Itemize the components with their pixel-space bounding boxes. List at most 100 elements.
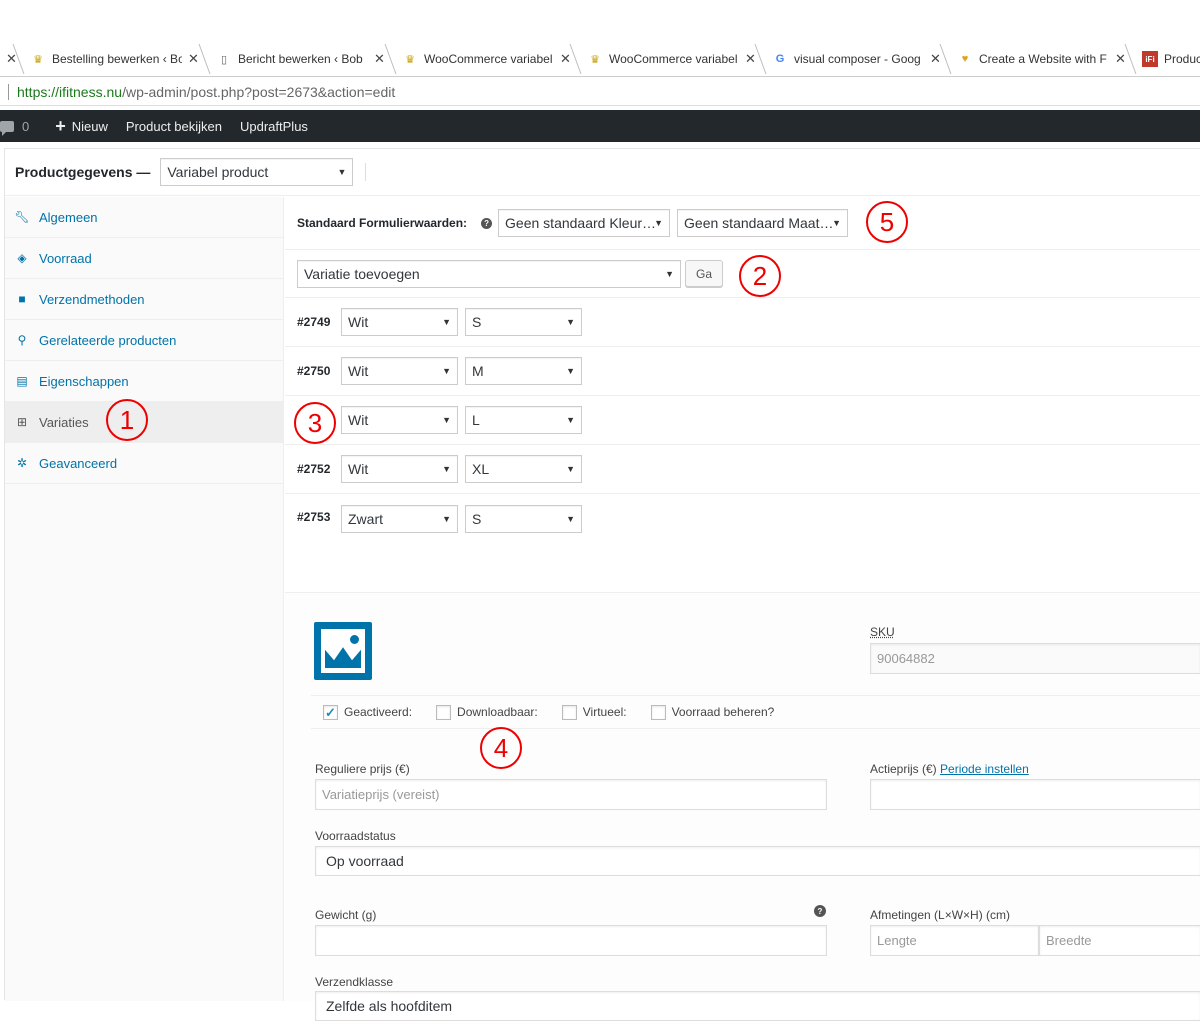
chevron-down-icon: ▼ <box>442 317 451 327</box>
close-icon[interactable]: ✕ <box>560 51 571 67</box>
tab-attributes[interactable]: ▤ Eigenschappen <box>5 361 283 402</box>
width-input[interactable]: Breedte <box>1039 925 1200 956</box>
view-product-link[interactable]: Product bekijken <box>126 119 222 134</box>
variation-id: #2752 <box>297 462 331 476</box>
product-data-tabs: 🔧︎ Algemeen ◈ Voorraad ■ Verzendmethoden… <box>5 197 284 1001</box>
variation-row[interactable]: Wit ▼ L ▼ <box>285 396 1200 445</box>
wp-user-icon: ♛ <box>405 53 415 66</box>
new-content-link[interactable]: + Nieuw <box>55 117 108 135</box>
default-color-value: Geen standaard Kleur… <box>505 215 657 231</box>
length-placeholder: Lengte <box>877 933 917 948</box>
weight-input[interactable] <box>315 925 827 956</box>
sku-input[interactable]: 90064882 <box>870 643 1200 674</box>
variation-color-select[interactable]: Zwart ▼ <box>341 505 458 533</box>
sale-price-label: Actieprijs (€) <box>870 762 937 776</box>
sale-price-input[interactable] <box>870 779 1200 810</box>
close-icon[interactable]: ✕ <box>374 51 385 67</box>
tab-partial[interactable]: ✕ <box>0 42 17 76</box>
regular-price-input[interactable]: Variatieprijs (vereist) <box>315 779 827 810</box>
variation-row[interactable]: #2752 Wit ▼ XL ▼ <box>285 445 1200 494</box>
checkbox[interactable]: ✓ <box>323 704 338 720</box>
variation-size-select[interactable]: S ▼ <box>465 308 582 336</box>
truck-icon: ■ <box>18 292 26 306</box>
variation-id: #2753 <box>297 510 331 524</box>
help-icon[interactable]: ? <box>814 905 826 917</box>
variation-id: #2750 <box>297 364 331 378</box>
stock-status-value: Op voorraad <box>326 853 404 869</box>
stock-status-select[interactable]: Op voorraad <box>315 846 1200 876</box>
default-form-values-row: Standaard Formulierwaarden: ? Geen stand… <box>285 197 1200 250</box>
length-input[interactable]: Lengte <box>870 925 1039 956</box>
variation-size-value: M <box>472 363 484 379</box>
add-variation-select[interactable]: Variatie toevoegen ▼ <box>297 259 681 288</box>
annotation-1: 1 <box>106 399 148 441</box>
variation-color-select[interactable]: Wit ▼ <box>341 308 458 336</box>
tab-label: Gerelateerde producten <box>39 332 177 348</box>
tab-advanced[interactable]: ✲ Geavanceerd <box>5 443 283 484</box>
wp-user-icon: ♛ <box>33 53 43 66</box>
tab-general[interactable]: 🔧︎ Algemeen <box>5 197 283 238</box>
close-icon[interactable]: ✕ <box>188 51 199 67</box>
annotation-4: 4 <box>480 727 522 769</box>
variation-size-value: S <box>472 314 482 330</box>
variation-size-select[interactable]: XL ▼ <box>465 455 582 483</box>
enabled-checkbox[interactable]: ✓ Geactiveerd: <box>323 704 413 720</box>
comments-link[interactable]: 0 <box>0 118 30 136</box>
close-icon[interactable]: ✕ <box>930 51 941 67</box>
shipping-class-select[interactable]: Zelfde als hoofditem <box>315 991 1200 1021</box>
link-icon: ⚲ <box>17 333 27 347</box>
help-icon[interactable]: ? <box>481 217 493 229</box>
tab-inventory[interactable]: ◈ Voorraad <box>5 238 283 279</box>
checkbox[interactable] <box>650 704 666 720</box>
tab-shipping[interactable]: ■ Verzendmethoden <box>5 279 283 320</box>
variation-color-value: Wit <box>348 363 369 379</box>
default-size-select[interactable]: Geen standaard Maat… ▼ <box>677 209 849 237</box>
go-button[interactable]: Ga <box>685 260 723 287</box>
wp-admin-bar: 0 + Nieuw Product bekijken UpdraftPlus <box>0 110 1200 142</box>
tab-title: visual composer - Goog <box>794 52 921 66</box>
variation-color-select[interactable]: Wit ▼ <box>341 455 458 483</box>
annotation-3: 3 <box>294 402 336 444</box>
default-color-select[interactable]: Geen standaard Kleur… ▼ <box>498 209 671 237</box>
updraftplus-link[interactable]: UpdraftPlus <box>240 119 308 134</box>
comment-icon <box>0 120 14 136</box>
comments-count: 0 <box>22 118 30 134</box>
variation-color-select[interactable]: Wit ▼ <box>341 357 458 385</box>
browser-tab[interactable]: ♥ Create a Website with F ✕ <box>939 42 1131 76</box>
variation-row-expanded[interactable]: #2753 Zwart ▼ S ▼ <box>285 494 1200 593</box>
product-type-select[interactable]: Variabel product ▼ <box>160 158 354 186</box>
heart-icon: ♥ <box>961 53 969 65</box>
variation-image-placeholder[interactable] <box>314 622 372 680</box>
variation-row[interactable]: #2750 Wit ▼ M ▼ <box>285 347 1200 396</box>
variation-color-select[interactable]: Wit ▼ <box>341 406 458 434</box>
downloadable-checkbox[interactable]: Downloadbaar: <box>436 704 538 720</box>
variation-size-select[interactable]: L ▼ <box>465 406 582 434</box>
variation-color-value: Wit <box>348 314 369 330</box>
product-type-value: Variabel product <box>167 164 269 180</box>
stock-status-label: Voorraadstatus <box>315 829 396 843</box>
address-bar[interactable]: https://ifitness.nu /wp-admin/post.php?p… <box>0 78 1200 106</box>
variation-size-select[interactable]: M ▼ <box>465 357 582 385</box>
virtual-checkbox[interactable]: Virtueel: <box>561 704 627 720</box>
manage-stock-checkbox[interactable]: Voorraad beheren? <box>650 704 774 720</box>
browser-tab[interactable]: ♛ WooCommerce variabel ✕ <box>569 42 761 76</box>
close-icon[interactable]: ✕ <box>1115 51 1126 67</box>
close-icon[interactable]: ✕ <box>745 51 756 67</box>
browser-tab[interactable]: ▯ Bericht bewerken ‹ Bob ✕ <box>198 42 390 76</box>
browser-tab[interactable]: ♛ WooCommerce variabel ✕ <box>384 42 576 76</box>
checkbox[interactable] <box>436 704 452 720</box>
tab-title: Create a Website with F <box>979 52 1107 66</box>
variation-size-value: S <box>472 511 482 527</box>
browser-tab[interactable]: G visual composer - Goog ✕ <box>754 42 946 76</box>
browser-tab-active[interactable]: iFi Product <box>1124 42 1200 76</box>
schedule-sale-link[interactable]: Periode instellen <box>940 762 1029 776</box>
checkbox[interactable] <box>561 704 577 720</box>
variation-row[interactable]: #2749 Wit ▼ S ▼ <box>285 298 1200 347</box>
tab-label: Verzendmethoden <box>39 291 145 307</box>
width-placeholder: Breedte <box>1046 933 1092 948</box>
variation-id: #2749 <box>297 315 331 329</box>
browser-tab[interactable]: ♛ Bestelling bewerken ‹ Bob ✕ <box>12 42 204 76</box>
variation-size-select[interactable]: S ▼ <box>465 505 582 533</box>
checkbox-label: Geactiveerd: <box>344 705 413 719</box>
tab-linked-products[interactable]: ⚲ Gerelateerde producten <box>5 320 283 361</box>
